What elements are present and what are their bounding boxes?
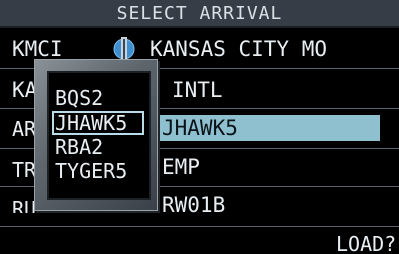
airport-name: INTL — [172, 78, 223, 102]
popup-item-rba2[interactable]: RBA2 — [55, 136, 103, 158]
arrival-value[interactable]: JHAWK5 — [162, 115, 238, 142]
transition-label: TR — [12, 158, 37, 182]
popup-item-bqs2[interactable]: BQS2 — [55, 87, 103, 109]
popup-item-jhawk5[interactable]: JHAWK5 — [55, 112, 127, 134]
divider — [0, 226, 399, 227]
arrival-label: AR — [12, 117, 37, 141]
transition-value[interactable]: EMP — [162, 155, 200, 179]
airport-ident[interactable]: KMCI — [12, 37, 63, 61]
select-arrival-page: SELECT ARRIVAL KMCI KANSAS CITY MO KA IN… — [0, 0, 399, 254]
page-title: SELECT ARRIVAL — [116, 3, 283, 24]
runway-value[interactable]: RW01B — [162, 193, 225, 217]
load-prompt[interactable]: LOAD? — [336, 233, 396, 254]
airport-city: KANSAS CITY MO — [150, 37, 328, 61]
runway-label: RU — [12, 197, 37, 221]
popup-item-tyger5[interactable]: TYGER5 — [55, 160, 127, 182]
